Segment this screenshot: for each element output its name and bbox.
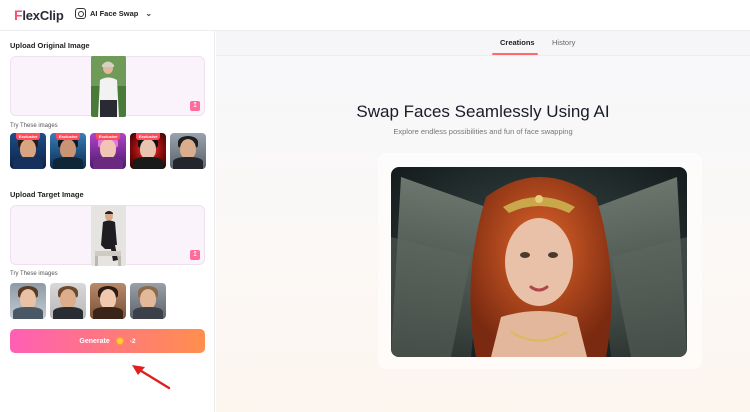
chevron-down-icon: ⌄ xyxy=(145,9,153,18)
hero-title: Swap Faces Seamlessly Using AI xyxy=(356,102,610,121)
tool-name: AI Face Swap xyxy=(90,9,139,18)
sample-original-5[interactable] xyxy=(170,133,206,169)
exclusive-badge: Exclusive xyxy=(16,133,41,140)
face-swap-icon xyxy=(75,8,86,19)
generate-label: Generate xyxy=(79,337,110,345)
tab-bar: Creations History xyxy=(216,31,750,56)
annotation-arrow xyxy=(132,365,171,390)
target-image-dropzone[interactable]: ↥ xyxy=(10,205,205,266)
target-samples xyxy=(10,283,166,319)
upload-original-title: Upload Original Image xyxy=(10,41,90,50)
original-image-thumbnail xyxy=(91,56,126,117)
generate-button[interactable]: Generate -2 xyxy=(10,329,205,353)
sample-target-1[interactable] xyxy=(10,283,46,319)
main-area: Creations History Swap Faces Seamlessly … xyxy=(216,31,750,412)
sample-target-4[interactable] xyxy=(130,283,166,319)
target-image-thumbnail xyxy=(91,205,126,266)
exclusive-badge: Exclusive xyxy=(136,133,161,140)
coin-icon xyxy=(115,337,124,345)
original-image-dropzone[interactable]: ↥ xyxy=(10,56,205,117)
sample-target-3[interactable] xyxy=(90,283,126,319)
logo-text: lexClip xyxy=(22,7,64,23)
original-samples: Exclusive Exclusive Exclusive Exclusive xyxy=(10,133,206,169)
hero-subtitle: Explore endless possibilities and fun of… xyxy=(393,127,573,136)
flexclip-logo[interactable]: FlexClip xyxy=(14,7,64,23)
upload-target-title: Upload Target Image xyxy=(10,190,84,199)
exclusive-badge: Exclusive xyxy=(56,133,81,140)
exclusive-badge: Exclusive xyxy=(96,133,121,140)
tab-history[interactable]: History xyxy=(552,38,575,47)
active-tab-indicator xyxy=(492,53,538,55)
sample-original-4[interactable]: Exclusive xyxy=(130,133,166,169)
credit-cost: -2 xyxy=(129,337,136,345)
showcase-image xyxy=(391,167,687,357)
target-try-label: Try These images xyxy=(10,271,58,277)
top-bar: FlexClip AI Face Swap ⌄ xyxy=(0,0,750,31)
tool-selector[interactable]: AI Face Swap ⌄ xyxy=(75,8,152,19)
sample-original-1[interactable]: Exclusive xyxy=(10,133,46,169)
sample-original-2[interactable]: Exclusive xyxy=(50,133,86,169)
original-try-label: Try These images xyxy=(10,123,58,129)
upload-icon[interactable]: ↥ xyxy=(190,101,200,111)
tab-creations[interactable]: Creations xyxy=(500,38,535,47)
sample-target-2[interactable] xyxy=(50,283,86,319)
upload-icon[interactable]: ↥ xyxy=(190,250,200,260)
logo-initial: F xyxy=(14,7,23,23)
left-panel: Upload Original Image ↥ Try These images… xyxy=(0,31,215,412)
sample-original-3[interactable]: Exclusive xyxy=(90,133,126,169)
